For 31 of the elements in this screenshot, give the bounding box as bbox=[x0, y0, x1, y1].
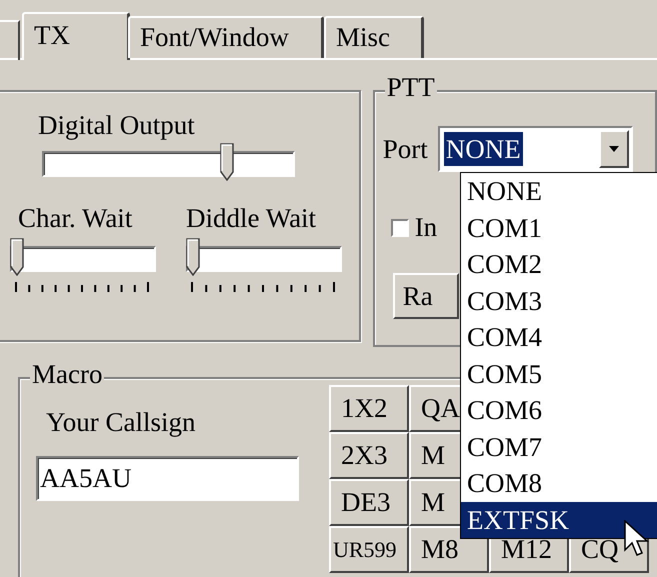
checkbox[interactable] bbox=[390, 218, 409, 236]
macro-button[interactable]: 1X2 bbox=[329, 385, 409, 432]
slider-label: Char. Wait bbox=[18, 203, 134, 234]
dropdown-button[interactable] bbox=[598, 130, 629, 168]
slider[interactable] bbox=[186, 238, 342, 276]
callsign-label: Your Callsign bbox=[46, 407, 197, 438]
slider[interactable] bbox=[10, 238, 156, 276]
tab[interactable]: Misc bbox=[324, 16, 424, 58]
slider-thumb[interactable] bbox=[186, 238, 200, 276]
tab[interactable]: Font/Window bbox=[128, 16, 324, 58]
port-option[interactable]: COM3 bbox=[461, 282, 657, 319]
port-option[interactable]: EXTFSK bbox=[461, 502, 657, 538]
slider[interactable] bbox=[42, 143, 295, 181]
ptt-button[interactable]: Ra bbox=[392, 273, 459, 319]
callsign-field[interactable]: AA5AU bbox=[36, 456, 299, 501]
slider-label: Diddle Wait bbox=[186, 203, 318, 234]
checkbox-label: In bbox=[414, 212, 438, 243]
macro-button[interactable]: DE3 bbox=[329, 479, 409, 526]
macro-button[interactable]: UR599 bbox=[329, 526, 409, 573]
port-option[interactable]: COM4 bbox=[461, 319, 657, 356]
slider-thumb[interactable] bbox=[10, 238, 24, 276]
port-option[interactable]: COM1 bbox=[461, 210, 657, 246]
port-label: Port bbox=[382, 134, 428, 164]
slider-label: Digital Output bbox=[38, 110, 196, 141]
tab[interactable]: TX bbox=[22, 12, 130, 60]
port-dropdown[interactable]: NONE bbox=[438, 126, 633, 172]
port-option[interactable]: COM2 bbox=[461, 246, 657, 282]
caret-icon bbox=[608, 146, 619, 152]
port-option[interactable]: NONE bbox=[461, 173, 657, 210]
macro-button[interactable]: 2X3 bbox=[329, 432, 409, 479]
slider-thumb[interactable] bbox=[220, 143, 234, 181]
